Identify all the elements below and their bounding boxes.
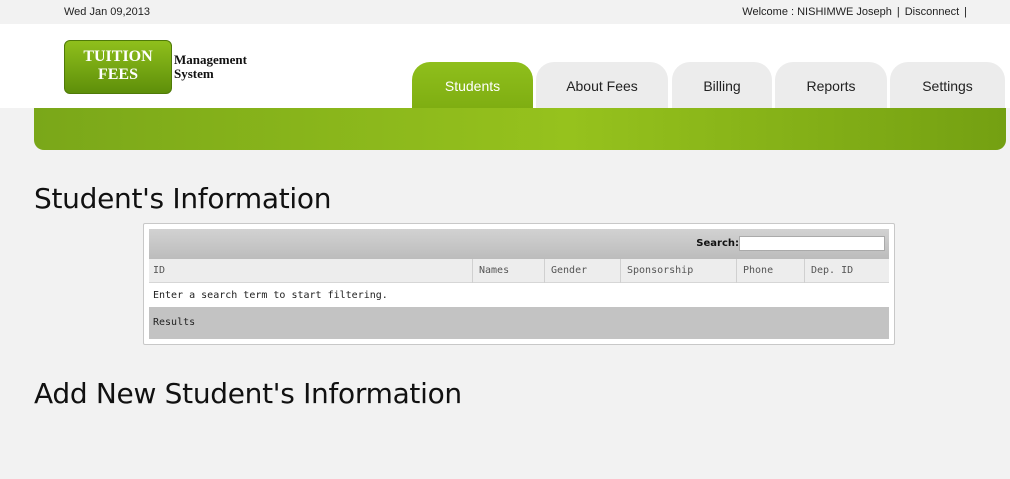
- tab-about-fees[interactable]: About Fees: [536, 62, 668, 108]
- column-divider: [620, 259, 621, 283]
- logo-sub-line-2: System: [174, 66, 214, 81]
- column-divider: [472, 259, 473, 283]
- table-header: ID Names Gender Sponsorship Phone Dep. I…: [149, 259, 889, 283]
- separator: |: [896, 6, 900, 18]
- search-label: Search:: [696, 238, 739, 249]
- current-date: Wed Jan 09,2013: [64, 6, 151, 18]
- results-footer: Results: [149, 307, 889, 339]
- logo-sub-line-1: Management: [174, 52, 247, 67]
- column-header-phone[interactable]: Phone: [743, 265, 773, 276]
- top-bar: Wed Jan 09,2013 Welcome : NISHIMWE Josep…: [0, 0, 1010, 24]
- column-header-names[interactable]: Names: [479, 265, 509, 276]
- column-header-id[interactable]: ID: [153, 265, 165, 276]
- logo-line-2: FEES: [97, 66, 138, 83]
- empty-message: Enter a search term to start filtering.: [149, 283, 889, 307]
- student-table-panel: Search: ID Names Gender Sponsorship Phon…: [143, 223, 895, 345]
- student-info-title: Student's Information: [34, 182, 332, 215]
- logo-line-1: TUITION: [83, 48, 153, 65]
- disconnect-link[interactable]: Disconnect: [905, 6, 959, 18]
- column-divider: [736, 259, 737, 283]
- column-header-dep-id[interactable]: Dep. ID: [811, 265, 853, 276]
- nav-subbar: [34, 108, 1006, 150]
- logo: TUITION FEES: [64, 40, 172, 94]
- column-header-sponsorship[interactable]: Sponsorship: [627, 265, 693, 276]
- column-divider: [544, 259, 545, 283]
- separator: |: [964, 6, 967, 18]
- user-area: Welcome : NISHIMWE Joseph | Disconnect |: [742, 6, 972, 18]
- welcome-text: Welcome : NISHIMWE Joseph: [742, 6, 892, 18]
- add-student-title: Add New Student's Information: [34, 377, 462, 410]
- header: TUITION FEES Management System Students …: [0, 24, 1010, 108]
- tab-settings[interactable]: Settings: [890, 62, 1005, 108]
- search-row: Search:: [149, 229, 889, 259]
- tab-students[interactable]: Students: [412, 62, 533, 108]
- column-divider: [804, 259, 805, 283]
- tab-billing[interactable]: Billing: [672, 62, 772, 108]
- student-table: Search: ID Names Gender Sponsorship Phon…: [149, 229, 889, 339]
- logo-subtitle: Management System: [174, 53, 247, 81]
- column-header-gender[interactable]: Gender: [551, 265, 587, 276]
- tab-reports[interactable]: Reports: [775, 62, 887, 108]
- search-input[interactable]: [739, 236, 885, 251]
